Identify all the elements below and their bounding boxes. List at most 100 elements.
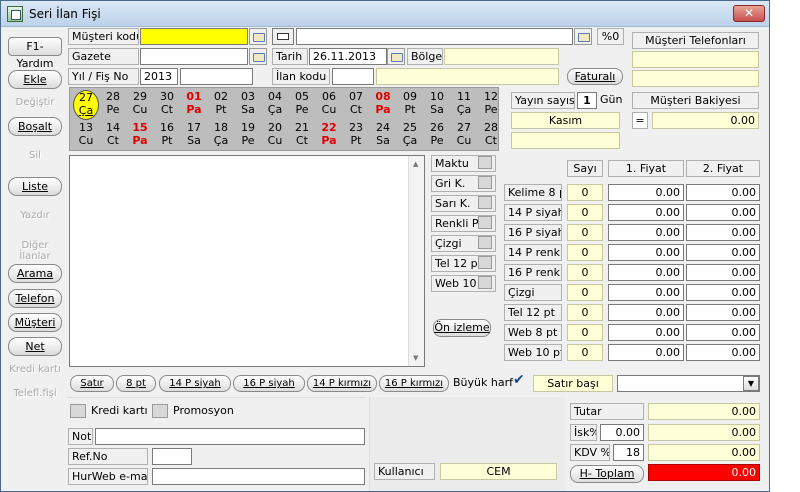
price-row-count[interactable]: 0 xyxy=(567,244,603,261)
caps-check-icon[interactable]: ✔ xyxy=(513,373,529,388)
option-checkbox[interactable] xyxy=(478,236,492,249)
list-button[interactable]: Liste xyxy=(8,177,62,196)
credit-card-checkbox[interactable] xyxy=(70,404,86,418)
option-checkbox[interactable] xyxy=(478,196,492,209)
publish-count-input[interactable]: 1 xyxy=(577,92,597,109)
customer-name-folder-icon[interactable] xyxy=(574,28,592,45)
calendar-day[interactable]: 27 Ça xyxy=(73,90,99,120)
invoice-button[interactable]: Faturalı xyxy=(567,68,623,85)
calendar-day[interactable]: 15 Pa xyxy=(127,121,153,151)
chevron-down-icon[interactable]: ▼ xyxy=(743,376,759,391)
calendar-day[interactable]: 21 Ct xyxy=(289,121,315,151)
format-button[interactable]: 14 P kırmızı xyxy=(307,375,377,392)
price-row-price2[interactable]: 0.00 xyxy=(686,184,760,201)
search-button[interactable]: Arama xyxy=(8,264,62,283)
calendar-day[interactable]: 23 Pt xyxy=(343,121,369,151)
calendar-day[interactable]: 28 Pe xyxy=(100,90,126,120)
calendar-day[interactable]: 02 Pt xyxy=(208,90,234,120)
price-row-count[interactable]: 0 xyxy=(567,304,603,321)
calendar-day[interactable]: 17 Sa xyxy=(181,121,207,151)
price-row-price2[interactable]: 0.00 xyxy=(686,324,760,341)
option-checkbox[interactable] xyxy=(478,176,492,189)
format-button[interactable]: 16 P kırmızı xyxy=(379,375,449,392)
calendar-day[interactable]: 14 Ct xyxy=(100,121,126,151)
card-icon[interactable] xyxy=(272,28,294,45)
price-row-price1[interactable]: 0.00 xyxy=(608,344,684,361)
calendar-day[interactable]: 01 Pa xyxy=(181,90,207,120)
newspaper-folder-icon[interactable] xyxy=(249,48,267,65)
clear-button[interactable]: Boşalt xyxy=(8,117,62,136)
date-picker-icon[interactable] xyxy=(387,48,405,65)
customer-name-input[interactable] xyxy=(296,28,573,45)
memo-scrollbar[interactable]: ▲ ▼ xyxy=(408,156,424,366)
calendar-day[interactable]: 30 Ct xyxy=(154,90,180,120)
calendar-day[interactable]: 11 Ça xyxy=(451,90,477,120)
calendar-day[interactable]: 07 Ct xyxy=(343,90,369,120)
option-checkbox[interactable] xyxy=(478,276,492,289)
price-row-count[interactable]: 0 xyxy=(567,264,603,281)
calendar-day[interactable]: 18 Ça xyxy=(208,121,234,151)
calendar-day[interactable]: 08 Pa xyxy=(370,90,396,120)
calendar-day[interactable]: 05 Pe xyxy=(289,90,315,120)
calendar-day[interactable]: 25 Ça xyxy=(397,121,423,151)
price-row-count[interactable]: 0 xyxy=(567,204,603,221)
close-button[interactable]: ✕ xyxy=(733,5,765,22)
add-button[interactable]: Ekle xyxy=(8,70,62,89)
calendar-day[interactable]: 06 Cu xyxy=(316,90,342,120)
calendar-day[interactable]: 26 Pe xyxy=(424,121,450,151)
price-row-price1[interactable]: 0.00 xyxy=(608,184,684,201)
price-row-price2[interactable]: 0.00 xyxy=(686,304,760,321)
price-row-count[interactable]: 0 xyxy=(567,224,603,241)
note-input[interactable] xyxy=(95,428,365,445)
date-input[interactable]: 26.11.2013 xyxy=(309,48,387,65)
calendar-day[interactable]: 24 Sa xyxy=(370,121,396,151)
customer-code-input[interactable] xyxy=(140,28,248,45)
calendar-day[interactable]: 12 Pe xyxy=(478,90,504,120)
price-row-price1[interactable]: 0.00 xyxy=(608,304,684,321)
calendar-day[interactable]: 19 Pe xyxy=(235,121,261,151)
customer-button[interactable]: Müşteri xyxy=(8,313,62,332)
format-button[interactable]: 8 pt xyxy=(116,375,156,392)
calendar-day[interactable]: 20 Cu xyxy=(262,121,288,151)
ad-text-area[interactable]: ▲ ▼ xyxy=(69,155,425,367)
price-row-count[interactable]: 0 xyxy=(567,284,603,301)
calendar-day[interactable]: 09 Pt xyxy=(397,90,423,120)
price-row-price1[interactable]: 0.00 xyxy=(608,244,684,261)
line-start-field[interactable]: Satır başı xyxy=(533,375,613,392)
discount-pct-input[interactable]: 0.00 xyxy=(600,424,644,441)
price-row-price1[interactable]: 0.00 xyxy=(608,224,684,241)
calendar-day[interactable]: 13 Cu xyxy=(73,121,99,151)
net-button[interactable]: Net xyxy=(8,337,62,356)
format-button[interactable]: 14 P siyah xyxy=(159,375,231,392)
price-row-price2[interactable]: 0.00 xyxy=(686,224,760,241)
preview-button[interactable]: Ön izleme xyxy=(433,319,491,337)
format-combo[interactable] xyxy=(617,375,760,392)
price-row-price2[interactable]: 0.00 xyxy=(686,204,760,221)
price-row-count[interactable]: 0 xyxy=(567,344,603,361)
newspaper-input[interactable] xyxy=(140,48,248,65)
calendar-day[interactable]: 10 Sa xyxy=(424,90,450,120)
calendar-day[interactable]: 27 Cu xyxy=(451,121,477,151)
phone-button[interactable]: Telefon xyxy=(8,289,62,308)
ref-input[interactable] xyxy=(152,448,192,465)
format-button[interactable]: 16 P siyah xyxy=(233,375,305,392)
format-button[interactable]: Satır xyxy=(70,375,114,392)
price-row-price2[interactable]: 0.00 xyxy=(686,264,760,281)
option-checkbox[interactable] xyxy=(478,156,492,169)
calendar-day[interactable]: 16 Pt xyxy=(154,121,180,151)
option-checkbox[interactable] xyxy=(478,216,492,229)
customer-folder-icon[interactable] xyxy=(249,28,267,45)
price-row-price2[interactable]: 0.00 xyxy=(686,344,760,361)
price-row-count[interactable]: 0 xyxy=(567,324,603,341)
option-checkbox[interactable] xyxy=(478,256,492,269)
price-row-price1[interactable]: 0.00 xyxy=(608,264,684,281)
percent-label[interactable]: %0 xyxy=(597,28,624,45)
price-row-price1[interactable]: 0.00 xyxy=(608,324,684,341)
region-input[interactable] xyxy=(444,48,559,65)
price-row-count[interactable]: 0 xyxy=(567,184,603,201)
calendar-day[interactable]: 04 Ça xyxy=(262,90,288,120)
calendar-day[interactable]: 03 Sa xyxy=(235,90,261,120)
price-row-price1[interactable]: 0.00 xyxy=(608,204,684,221)
calendar-day[interactable]: 28 Ct xyxy=(478,121,504,151)
calendar-day[interactable]: 22 Pa xyxy=(316,121,342,151)
